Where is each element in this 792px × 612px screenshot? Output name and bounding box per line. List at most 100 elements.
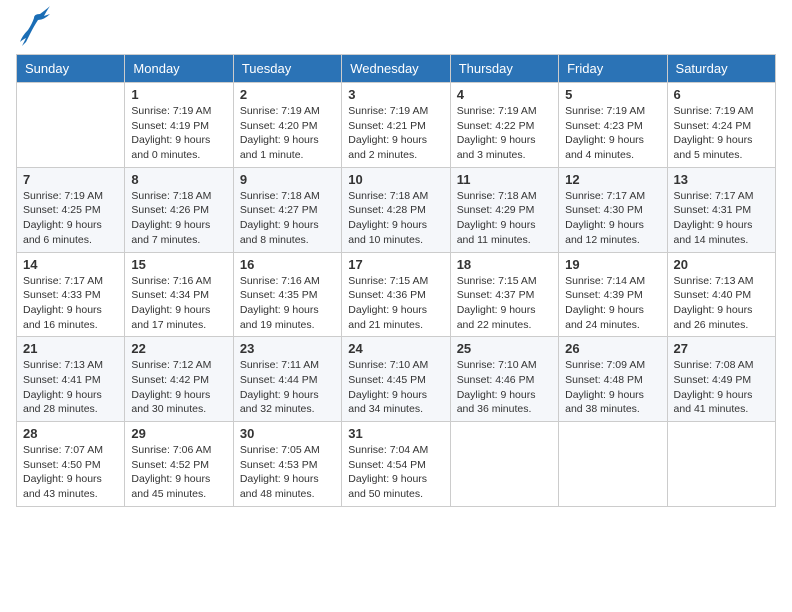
day-info: Sunrise: 7:13 AMSunset: 4:40 PMDaylight:… [674, 274, 769, 333]
day-number: 14 [23, 257, 118, 272]
calendar-cell: 30 Sunrise: 7:05 AMSunset: 4:53 PMDayligh… [233, 422, 341, 507]
calendar-cell: 23 Sunrise: 7:11 AMSunset: 4:44 PMDayligh… [233, 337, 341, 422]
day-info: Sunrise: 7:18 AMSunset: 4:28 PMDaylight:… [348, 189, 443, 248]
day-number: 30 [240, 426, 335, 441]
calendar-cell: 4 Sunrise: 7:19 AMSunset: 4:22 PMDaylight… [450, 83, 558, 168]
day-number: 1 [131, 87, 226, 102]
calendar-cell: 19 Sunrise: 7:14 AMSunset: 4:39 PMDayligh… [559, 252, 667, 337]
day-header-friday: Friday [559, 55, 667, 83]
day-number: 11 [457, 172, 552, 187]
calendar-cell: 29 Sunrise: 7:06 AMSunset: 4:52 PMDayligh… [125, 422, 233, 507]
day-number: 29 [131, 426, 226, 441]
week-row-3: 14 Sunrise: 7:17 AMSunset: 4:33 PMDayligh… [17, 252, 776, 337]
day-info: Sunrise: 7:14 AMSunset: 4:39 PMDaylight:… [565, 274, 660, 333]
day-number: 13 [674, 172, 769, 187]
calendar-cell [559, 422, 667, 507]
week-row-4: 21 Sunrise: 7:13 AMSunset: 4:41 PMDayligh… [17, 337, 776, 422]
day-info: Sunrise: 7:04 AMSunset: 4:54 PMDaylight:… [348, 443, 443, 502]
day-number: 21 [23, 341, 118, 356]
day-number: 5 [565, 87, 660, 102]
day-number: 9 [240, 172, 335, 187]
week-row-1: 1Sunrise: 7:19 AMSunset: 4:19 PMDaylight… [17, 83, 776, 168]
days-of-week-row: SundayMondayTuesdayWednesdayThursdayFrid… [17, 55, 776, 83]
calendar-cell: 20 Sunrise: 7:13 AMSunset: 4:40 PMDayligh… [667, 252, 775, 337]
day-number: 16 [240, 257, 335, 272]
calendar-cell: 10 Sunrise: 7:18 AMSunset: 4:28 PMDayligh… [342, 167, 450, 252]
day-header-wednesday: Wednesday [342, 55, 450, 83]
day-info: Sunrise: 7:12 AMSunset: 4:42 PMDaylight:… [131, 358, 226, 417]
week-row-2: 7 Sunrise: 7:19 AMSunset: 4:25 PMDaylight… [17, 167, 776, 252]
day-info: Sunrise: 7:18 AMSunset: 4:27 PMDaylight:… [240, 189, 335, 248]
calendar-cell: 5 Sunrise: 7:19 AMSunset: 4:23 PMDaylight… [559, 83, 667, 168]
day-info: Sunrise: 7:18 AMSunset: 4:29 PMDaylight:… [457, 189, 552, 248]
calendar-cell: 12 Sunrise: 7:17 AMSunset: 4:30 PMDayligh… [559, 167, 667, 252]
day-number: 20 [674, 257, 769, 272]
header [16, 16, 776, 46]
calendar-cell [450, 422, 558, 507]
day-header-sunday: Sunday [17, 55, 125, 83]
calendar-cell: 15Sunrise: 7:16 AMSunset: 4:34 PMDayligh… [125, 252, 233, 337]
day-number: 27 [674, 341, 769, 356]
calendar-cell: 13 Sunrise: 7:17 AMSunset: 4:31 PMDayligh… [667, 167, 775, 252]
day-info: Sunrise: 7:11 AMSunset: 4:44 PMDaylight:… [240, 358, 335, 417]
day-info: Sunrise: 7:15 AMSunset: 4:37 PMDaylight:… [457, 274, 552, 333]
day-header-thursday: Thursday [450, 55, 558, 83]
day-number: 12 [565, 172, 660, 187]
calendar-body: 1Sunrise: 7:19 AMSunset: 4:19 PMDaylight… [17, 83, 776, 507]
day-info: Sunrise: 7:10 AMSunset: 4:45 PMDaylight:… [348, 358, 443, 417]
day-info: Sunrise: 7:19 AMSunset: 4:25 PMDaylight:… [23, 189, 118, 248]
day-info: Sunrise: 7:18 AMSunset: 4:26 PMDaylight:… [131, 189, 226, 248]
day-info: Sunrise: 7:10 AMSunset: 4:46 PMDaylight:… [457, 358, 552, 417]
day-info: Sunrise: 7:17 AMSunset: 4:30 PMDaylight:… [565, 189, 660, 248]
day-number: 18 [457, 257, 552, 272]
day-number: 4 [457, 87, 552, 102]
day-info: Sunrise: 7:09 AMSunset: 4:48 PMDaylight:… [565, 358, 660, 417]
day-info: Sunrise: 7:19 AMSunset: 4:22 PMDaylight:… [457, 104, 552, 163]
day-number: 2 [240, 87, 335, 102]
calendar-cell: 16Sunrise: 7:16 AMSunset: 4:35 PMDayligh… [233, 252, 341, 337]
calendar-cell: 24 Sunrise: 7:10 AMSunset: 4:45 PMDayligh… [342, 337, 450, 422]
day-number: 3 [348, 87, 443, 102]
logo-bird-icon [20, 6, 50, 46]
calendar-cell [667, 422, 775, 507]
day-info: Sunrise: 7:17 AMSunset: 4:31 PMDaylight:… [674, 189, 769, 248]
calendar-cell: 28Sunrise: 7:07 AMSunset: 4:50 PMDayligh… [17, 422, 125, 507]
calendar-cell: 26 Sunrise: 7:09 AMSunset: 4:48 PMDayligh… [559, 337, 667, 422]
day-info: Sunrise: 7:16 AMSunset: 4:34 PMDaylight:… [131, 274, 226, 333]
day-info: Sunrise: 7:19 AMSunset: 4:21 PMDaylight:… [348, 104, 443, 163]
calendar-cell: 25 Sunrise: 7:10 AMSunset: 4:46 PMDayligh… [450, 337, 558, 422]
day-number: 31 [348, 426, 443, 441]
day-number: 25 [457, 341, 552, 356]
day-number: 19 [565, 257, 660, 272]
calendar-cell: 17Sunrise: 7:15 AMSunset: 4:36 PMDayligh… [342, 252, 450, 337]
calendar-header: SundayMondayTuesdayWednesdayThursdayFrid… [17, 55, 776, 83]
day-number: 23 [240, 341, 335, 356]
calendar-cell [17, 83, 125, 168]
day-header-saturday: Saturday [667, 55, 775, 83]
day-info: Sunrise: 7:13 AMSunset: 4:41 PMDaylight:… [23, 358, 118, 417]
day-info: Sunrise: 7:17 AMSunset: 4:33 PMDaylight:… [23, 274, 118, 333]
day-info: Sunrise: 7:19 AMSunset: 4:20 PMDaylight:… [240, 104, 335, 163]
day-number: 17 [348, 257, 443, 272]
day-number: 7 [23, 172, 118, 187]
day-number: 24 [348, 341, 443, 356]
calendar-cell: 2 Sunrise: 7:19 AMSunset: 4:20 PMDaylight… [233, 83, 341, 168]
calendar-cell: 6 Sunrise: 7:19 AMSunset: 4:24 PMDaylight… [667, 83, 775, 168]
calendar-cell: 8 Sunrise: 7:18 AMSunset: 4:26 PMDaylight… [125, 167, 233, 252]
calendar-cell: 9 Sunrise: 7:18 AMSunset: 4:27 PMDaylight… [233, 167, 341, 252]
day-number: 26 [565, 341, 660, 356]
day-number: 10 [348, 172, 443, 187]
day-info: Sunrise: 7:19 AMSunset: 4:24 PMDaylight:… [674, 104, 769, 163]
calendar-cell: 31 Sunrise: 7:04 AMSunset: 4:54 PMDayligh… [342, 422, 450, 507]
day-info: Sunrise: 7:07 AMSunset: 4:50 PMDaylight:… [23, 443, 118, 502]
calendar-cell: 3 Sunrise: 7:19 AMSunset: 4:21 PMDaylight… [342, 83, 450, 168]
day-number: 6 [674, 87, 769, 102]
calendar-cell: 18 Sunrise: 7:15 AMSunset: 4:37 PMDayligh… [450, 252, 558, 337]
calendar-table: SundayMondayTuesdayWednesdayThursdayFrid… [16, 54, 776, 507]
day-info: Sunrise: 7:05 AMSunset: 4:53 PMDaylight:… [240, 443, 335, 502]
day-info: Sunrise: 7:06 AMSunset: 4:52 PMDaylight:… [131, 443, 226, 502]
day-info: Sunrise: 7:19 AMSunset: 4:23 PMDaylight:… [565, 104, 660, 163]
day-number: 8 [131, 172, 226, 187]
calendar-cell: 1Sunrise: 7:19 AMSunset: 4:19 PMDaylight… [125, 83, 233, 168]
calendar-cell: 14 Sunrise: 7:17 AMSunset: 4:33 PMDayligh… [17, 252, 125, 337]
